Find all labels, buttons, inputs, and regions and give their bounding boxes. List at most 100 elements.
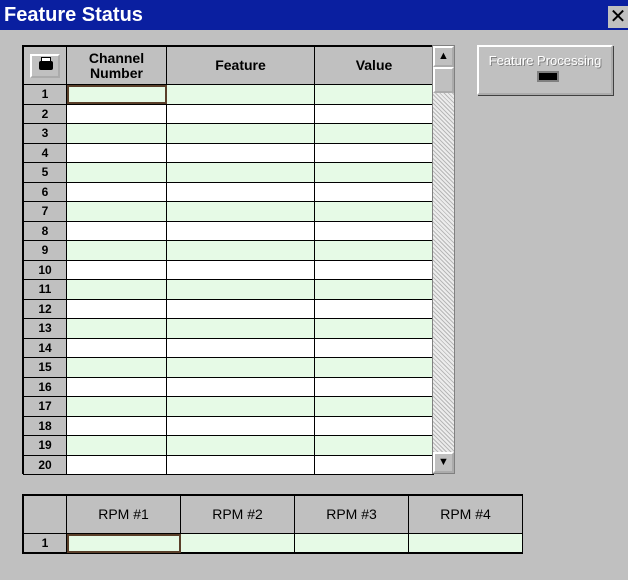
cell-value[interactable] (314, 454, 434, 475)
cell-value[interactable] (314, 259, 434, 280)
cell-channel[interactable] (66, 396, 167, 417)
cell-channel[interactable] (66, 337, 167, 358)
cell-channel[interactable] (66, 123, 167, 144)
cell-feature[interactable] (166, 123, 315, 144)
cell-channel[interactable] (66, 279, 167, 300)
cell-value[interactable] (314, 415, 434, 436)
cell-feature[interactable] (166, 259, 315, 280)
cell-value[interactable] (314, 220, 434, 241)
cell-value[interactable] (314, 357, 434, 378)
cell-rpm-4[interactable] (408, 533, 523, 553)
row-number[interactable]: 18 (23, 415, 67, 436)
cell-channel[interactable] (66, 240, 167, 261)
cell-feature[interactable] (166, 396, 315, 417)
cell-rpm-1[interactable] (66, 533, 181, 553)
cell-value[interactable] (314, 181, 434, 202)
cell-channel[interactable] (66, 181, 167, 202)
cell-feature[interactable] (166, 337, 315, 358)
row-number[interactable]: 15 (23, 357, 67, 378)
cell-channel[interactable] (66, 84, 167, 105)
cell-feature[interactable] (166, 142, 315, 163)
scroll-up-button[interactable]: ▲ (433, 46, 454, 67)
cell-feature[interactable] (166, 318, 315, 339)
row-number[interactable]: 6 (23, 181, 67, 202)
cell-feature[interactable] (166, 435, 315, 456)
cell-channel[interactable] (66, 435, 167, 456)
row-number[interactable]: 5 (23, 162, 67, 183)
row-number[interactable]: 1 (23, 84, 67, 105)
cell-value[interactable] (314, 337, 434, 358)
scroll-thumb[interactable] (433, 67, 454, 93)
cell-feature[interactable] (166, 84, 315, 105)
row-number[interactable]: 16 (23, 376, 67, 397)
cell-feature[interactable] (166, 181, 315, 202)
row-number[interactable]: 13 (23, 318, 67, 339)
cell-feature[interactable] (166, 240, 315, 261)
cell-channel[interactable] (66, 162, 167, 183)
cell-rpm-3[interactable] (294, 533, 409, 553)
row-number[interactable]: 11 (23, 279, 67, 300)
cell-value[interactable] (314, 240, 434, 261)
cell-value[interactable] (314, 435, 434, 456)
cell-value[interactable] (314, 396, 434, 417)
column-header-feature[interactable]: Feature (166, 46, 315, 85)
print-button[interactable] (30, 53, 60, 78)
cell-feature[interactable] (166, 357, 315, 378)
cell-channel[interactable] (66, 454, 167, 475)
cell-feature[interactable] (166, 454, 315, 475)
cell-channel[interactable] (66, 376, 167, 397)
cell-channel[interactable] (66, 298, 167, 319)
column-header-rpm-3[interactable]: RPM #3 (294, 495, 409, 534)
cell-value[interactable] (314, 318, 434, 339)
column-header-channel-number[interactable]: Channel Number (66, 46, 167, 85)
cell-value[interactable] (314, 84, 434, 105)
cell-channel[interactable] (66, 142, 167, 163)
cell-feature[interactable] (166, 376, 315, 397)
cell-channel[interactable] (66, 415, 167, 436)
cell-feature[interactable] (166, 279, 315, 300)
row-number[interactable]: 7 (23, 201, 67, 222)
cell-feature[interactable] (166, 201, 315, 222)
row-number[interactable]: 3 (23, 123, 67, 144)
row-number[interactable]: 17 (23, 396, 67, 417)
row-number[interactable]: 19 (23, 435, 67, 456)
feature-processing-button[interactable]: Feature Processing (477, 45, 613, 95)
close-button[interactable]: ✕ (608, 6, 628, 28)
row-number[interactable]: 9 (23, 240, 67, 261)
column-header-rpm-2[interactable]: RPM #2 (180, 495, 295, 534)
column-header-rpm-1[interactable]: RPM #1 (66, 495, 181, 534)
row-number[interactable]: 12 (23, 298, 67, 319)
cell-channel[interactable] (66, 259, 167, 280)
cell-feature[interactable] (166, 162, 315, 183)
cell-value[interactable] (314, 298, 434, 319)
column-header-value[interactable]: Value (314, 46, 434, 85)
cell-feature[interactable] (166, 220, 315, 241)
cell-value[interactable] (314, 162, 434, 183)
vertical-scrollbar[interactable]: ▲ ▼ (432, 45, 455, 474)
cell-value[interactable] (314, 142, 434, 163)
row-number[interactable]: 20 (23, 454, 67, 475)
cell-channel[interactable] (66, 220, 167, 241)
cell-channel[interactable] (66, 201, 167, 222)
row-number[interactable]: 14 (23, 337, 67, 358)
cell-channel[interactable] (66, 357, 167, 378)
row-number[interactable]: 1 (23, 533, 67, 553)
cell-channel[interactable] (66, 318, 167, 339)
cell-value[interactable] (314, 279, 434, 300)
cell-rpm-2[interactable] (180, 533, 295, 553)
column-header-rpm-4[interactable]: RPM #4 (408, 495, 523, 534)
cell-value[interactable] (314, 201, 434, 222)
cell-feature[interactable] (166, 298, 315, 319)
cell-value[interactable] (314, 103, 434, 124)
row-number[interactable]: 8 (23, 220, 67, 241)
scroll-down-button[interactable]: ▼ (433, 452, 454, 473)
cell-value[interactable] (314, 376, 434, 397)
row-number[interactable]: 2 (23, 103, 67, 124)
row-number[interactable]: 10 (23, 259, 67, 280)
cell-channel[interactable] (66, 103, 167, 124)
arrow-down-icon: ▼ (438, 456, 449, 468)
cell-feature[interactable] (166, 103, 315, 124)
cell-value[interactable] (314, 123, 434, 144)
cell-feature[interactable] (166, 415, 315, 436)
row-number[interactable]: 4 (23, 142, 67, 163)
